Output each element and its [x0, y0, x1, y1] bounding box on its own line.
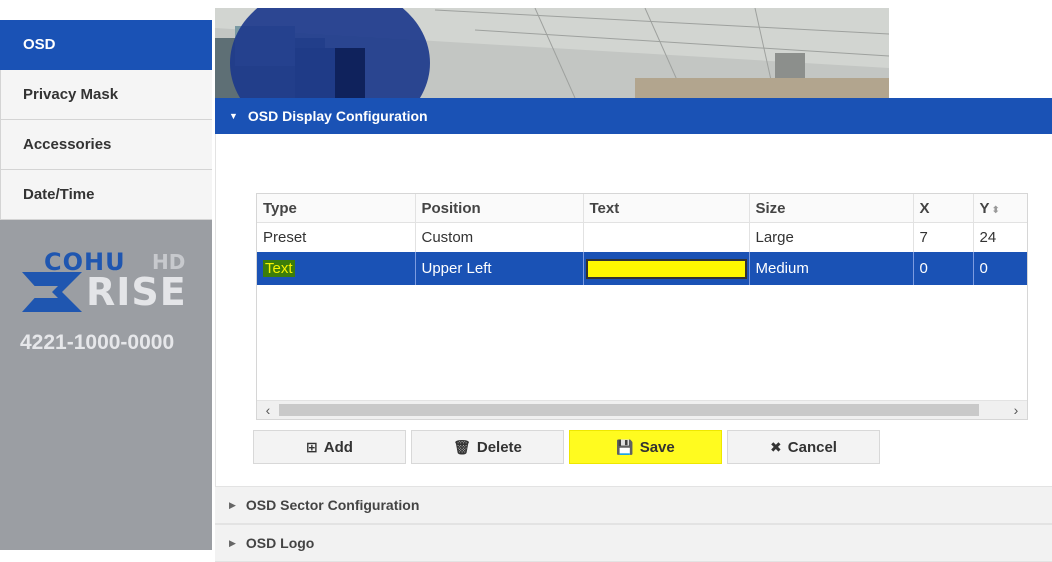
delete-button-label: Delete: [476, 438, 522, 456]
sidebar-top-strip: [0, 0, 212, 20]
table-row[interactable]: Preset Custom Large 7 24: [257, 222, 1027, 252]
cell-x[interactable]: 7: [913, 222, 974, 252]
caret-right-icon: ▶: [229, 537, 236, 548]
scrollbar-thumb[interactable]: [279, 404, 979, 416]
cell-type[interactable]: Preset: [257, 222, 416, 252]
sidebar-nav: OSD Privacy Mask Accessories Date/Time: [0, 20, 212, 220]
column-header-text[interactable]: Text: [583, 194, 750, 223]
scroll-right-icon[interactable]: ›: [1005, 401, 1027, 419]
osd-table: Type Position Text Size X Y ⬍ Preset Cust…: [257, 194, 1027, 285]
column-header-size[interactable]: Size: [749, 194, 914, 223]
horizontal-scrollbar[interactable]: ‹ ›: [257, 400, 1027, 419]
cell-type[interactable]: Text: [257, 252, 416, 285]
cell-text[interactable]: [583, 222, 750, 252]
trash-icon: 🗑: [453, 438, 471, 455]
osd-display-config-header[interactable]: ▼ OSD Display Configuration: [215, 98, 1052, 134]
cell-x[interactable]: 0: [913, 252, 974, 285]
column-header-y-label: Y: [979, 199, 990, 217]
floppy-disk-icon: 💾: [616, 438, 634, 455]
camera-preview-image: [215, 8, 889, 98]
sidebar: OSD Privacy Mask Accessories Date/Time C…: [0, 0, 212, 550]
delete-button[interactable]: 🗑 Delete: [411, 430, 564, 464]
cell-y[interactable]: 24: [973, 222, 1027, 252]
osd-button-row: ⊞ Add 🗑 Delete 💾 Save ✖ Cancel: [253, 430, 885, 464]
osd-panel: ▼ OSD Display Configuration Type Positio…: [215, 98, 1052, 562]
rise-arrow-icon: [22, 272, 82, 312]
save-button-label: Save: [639, 438, 675, 456]
column-header-position[interactable]: Position: [415, 194, 584, 223]
cell-type-label: Text: [263, 260, 295, 277]
osd-display-config-body: Type Position Text Size X Y ⬍ Preset Cust…: [215, 134, 1052, 486]
table-row-selected[interactable]: Text Upper Left Medium 0 0: [257, 252, 1027, 285]
osd-grid: Type Position Text Size X Y ⬍ Preset Cust…: [256, 193, 1028, 420]
osd-logo-header[interactable]: ▶ OSD Logo: [215, 524, 1052, 562]
save-button[interactable]: 💾 Save: [569, 430, 722, 464]
column-header-y[interactable]: Y ⬍: [973, 194, 1027, 223]
plus-square-icon: ⊞: [306, 438, 318, 455]
cell-size[interactable]: Large: [749, 222, 914, 252]
osd-display-config-title: OSD Display Configuration: [247, 108, 428, 124]
sidebar-item-privacy-mask[interactable]: Privacy Mask: [0, 70, 212, 120]
column-header-type[interactable]: Type: [257, 194, 416, 223]
text-input[interactable]: [585, 258, 747, 279]
close-icon: ✖: [770, 438, 782, 455]
cohu-hd-rise-logo: COHU HD RISE: [18, 248, 198, 314]
osd-sector-config-title: OSD Sector Configuration: [245, 497, 420, 513]
caret-down-icon: ▼: [229, 111, 238, 121]
osd-sector-config-header[interactable]: ▶ OSD Sector Configuration: [215, 486, 1052, 524]
sidebar-item-accessories[interactable]: Accessories: [0, 120, 212, 170]
logo-product: RISE: [86, 270, 187, 314]
cell-size[interactable]: Medium: [749, 252, 914, 285]
model-number: 4221-1000-0000: [20, 331, 175, 354]
cell-y[interactable]: 0: [973, 252, 1027, 285]
cancel-button[interactable]: ✖ Cancel: [727, 430, 880, 464]
cell-position[interactable]: Upper Left: [415, 252, 584, 285]
table-header-row: Type Position Text Size X Y ⬍: [257, 194, 1027, 223]
cell-position[interactable]: Custom: [415, 222, 584, 252]
camera-preview: [215, 8, 889, 98]
sort-icon[interactable]: ⬍: [992, 205, 1000, 216]
column-header-x[interactable]: X: [913, 194, 974, 223]
cancel-button-label: Cancel: [787, 438, 837, 456]
sidebar-item-osd[interactable]: OSD: [0, 20, 212, 70]
scroll-left-icon[interactable]: ‹: [257, 401, 279, 419]
cell-text-editor[interactable]: [583, 252, 750, 285]
osd-logo-title: OSD Logo: [245, 535, 315, 551]
add-button[interactable]: ⊞ Add: [253, 430, 406, 464]
caret-right-icon: ▶: [229, 499, 236, 510]
sidebar-item-date-time[interactable]: Date/Time: [0, 170, 212, 220]
add-button-label: Add: [323, 438, 353, 456]
